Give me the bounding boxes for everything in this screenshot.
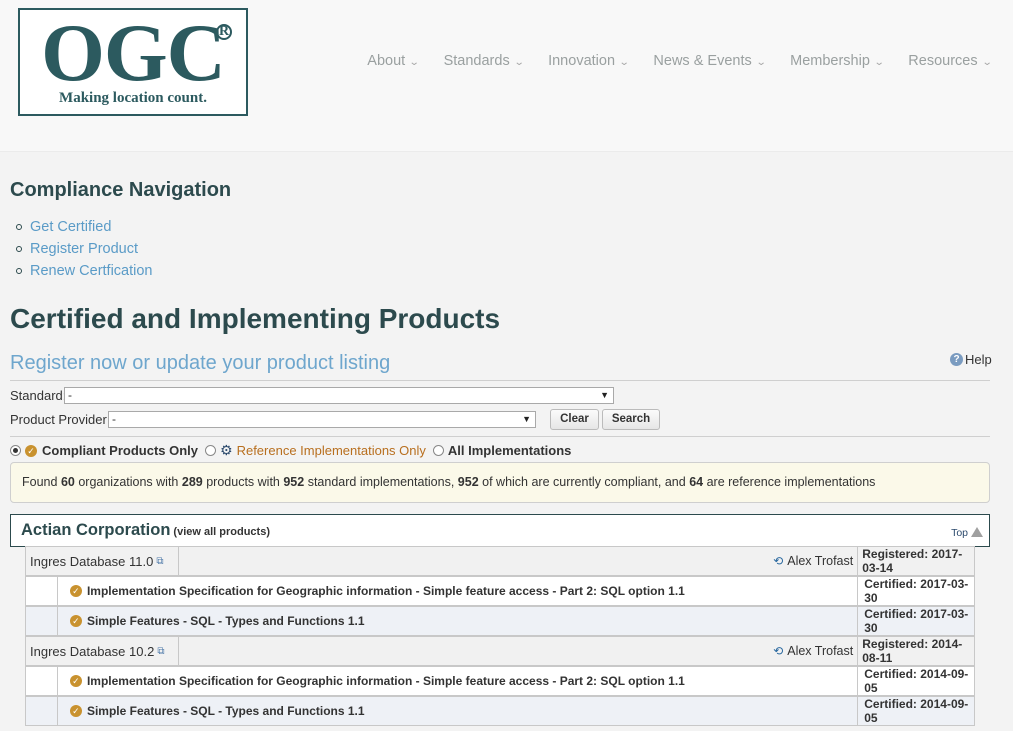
table-row: ✓ Implementation Specification for Geogra… bbox=[25, 576, 975, 606]
filter-all-label[interactable]: All Implementations bbox=[448, 443, 572, 458]
divider bbox=[10, 436, 990, 437]
chevron-down-icon: ⌄ bbox=[755, 57, 767, 68]
user-icon: ⟲ bbox=[773, 644, 784, 658]
nav-about[interactable]: About ⌄ bbox=[367, 53, 420, 69]
radio-reference[interactable] bbox=[205, 445, 217, 456]
certified-date-cell: Certified: 2017-03-30 bbox=[864, 577, 969, 605]
logo-text: OGC bbox=[41, 7, 226, 98]
standard-name-cell: ✓ Implementation Specification for Geogra… bbox=[58, 667, 859, 695]
standard-select[interactable]: - ▼ bbox=[64, 387, 614, 404]
external-link-icon[interactable]: ⧉ bbox=[157, 646, 164, 657]
nav-news-events[interactable]: News & Events ⌄ bbox=[653, 53, 767, 69]
bullet-icon bbox=[16, 224, 22, 230]
chevron-down-icon: ⌄ bbox=[513, 57, 525, 68]
certified-date-cell: Certified: 2014-09-05 bbox=[864, 697, 969, 725]
registered-mark-icon: R bbox=[216, 24, 232, 40]
user-icon: ⟲ bbox=[773, 554, 784, 568]
search-button[interactable]: Search bbox=[602, 409, 660, 430]
compliance-nav-title: Compliance Navigation bbox=[10, 179, 232, 201]
dropdown-arrow-icon: ▼ bbox=[600, 390, 609, 400]
nav-membership[interactable]: Membership ⌄ bbox=[790, 53, 885, 69]
main-nav: About ⌄ Standards ⌄ Innovation ⌄ News & Eve… bbox=[342, 53, 993, 69]
help-link[interactable]: ? Help bbox=[950, 352, 992, 367]
certified-date-cell: Certified: 2017-03-30 bbox=[864, 607, 969, 635]
bullet-icon bbox=[16, 268, 22, 274]
organization-header: Actian Corporation (view all products) To… bbox=[10, 514, 990, 547]
organization-name[interactable]: Actian Corporation (view all products) bbox=[21, 521, 270, 540]
product-user-cell: ⟲ Alex Trofast bbox=[179, 547, 859, 575]
site-header: OGC R Making location count. About ⌄ Stan… bbox=[0, 0, 1013, 152]
product-name-cell[interactable]: Ingres Database 11.0 ⧉ bbox=[26, 547, 179, 575]
ogc-logo[interactable]: OGC R Making location count. bbox=[18, 8, 248, 116]
nav-resources[interactable]: Resources ⌄ bbox=[908, 53, 993, 69]
table-row: ✓ Simple Features - SQL - Types and Funct… bbox=[25, 606, 975, 636]
certified-badge-icon: ✓ bbox=[69, 585, 82, 597]
standard-name-cell: ✓ Simple Features - SQL - Types and Funct… bbox=[58, 697, 859, 725]
help-icon: ? bbox=[950, 353, 963, 366]
certified-badge-icon: ✓ bbox=[25, 444, 37, 457]
radio-compliant[interactable] bbox=[10, 445, 21, 456]
up-arrow-icon bbox=[971, 527, 983, 537]
standard-name-cell: ✓ Simple Features - SQL - Types and Funct… bbox=[58, 607, 859, 635]
table-row: Ingres Database 10.2 ⧉ ⟲ Alex Trofast Regi… bbox=[25, 636, 975, 666]
results-summary: Found 60 organizations with 289 products… bbox=[10, 462, 990, 503]
link-register-product[interactable]: Register Product bbox=[16, 238, 153, 260]
logo-tagline: Making location count. bbox=[59, 90, 207, 106]
page-title: Certified and Implementing Products bbox=[10, 303, 501, 334]
filter-reference-label[interactable]: Reference Implementations Only bbox=[237, 443, 426, 458]
table-row: ✓ Simple Features - SQL - Types and Funct… bbox=[25, 696, 975, 726]
registered-date-cell: Registered: 2017-03-14 bbox=[862, 547, 963, 575]
provider-select[interactable]: - ▼ bbox=[108, 411, 536, 428]
clear-button[interactable]: Clear bbox=[550, 409, 599, 430]
standard-name-cell: ✓ Implementation Specification for Geogra… bbox=[58, 577, 859, 605]
nav-standards[interactable]: Standards ⌄ bbox=[444, 53, 525, 69]
divider bbox=[10, 380, 990, 381]
product-name-cell[interactable]: Ingres Database 10.2 ⧉ bbox=[26, 637, 179, 665]
table-row: Ingres Database 11.0 ⧉ ⟲ Alex Trofast Regi… bbox=[25, 546, 975, 576]
top-link[interactable]: Top bbox=[951, 527, 983, 539]
table-row: ✓ Implementation Specification for Geogra… bbox=[25, 666, 975, 696]
registered-date-cell: Registered: 2014-08-11 bbox=[862, 637, 963, 665]
certified-badge-icon: ✓ bbox=[69, 705, 82, 717]
chevron-down-icon: ⌄ bbox=[618, 57, 630, 68]
view-all-products-link[interactable]: (view all products) bbox=[173, 526, 270, 538]
filter-compliant-label[interactable]: Compliant Products Only bbox=[42, 443, 198, 458]
chevron-down-icon: ⌄ bbox=[873, 57, 885, 68]
reference-gears-icon: ⚙ bbox=[220, 442, 233, 458]
external-link-icon[interactable]: ⧉ bbox=[156, 556, 163, 567]
compliance-nav-list: Get Certified Register Product Renew Cer… bbox=[16, 216, 153, 282]
link-renew-certification[interactable]: Renew Certfication bbox=[16, 260, 153, 282]
certified-badge-icon: ✓ bbox=[69, 675, 82, 687]
nav-innovation[interactable]: Innovation ⌄ bbox=[548, 53, 630, 69]
standard-label: Standard: bbox=[10, 388, 67, 403]
certified-date-cell: Certified: 2014-09-05 bbox=[864, 667, 969, 695]
link-get-certified[interactable]: Get Certified bbox=[16, 216, 153, 238]
certified-badge-icon: ✓ bbox=[69, 615, 82, 627]
register-product-link[interactable]: Register now or update your product list… bbox=[10, 352, 390, 375]
bullet-icon bbox=[16, 246, 22, 252]
filter-radio-group: ✓ Compliant Products Only ⚙ Reference Im… bbox=[10, 442, 578, 459]
chevron-down-icon: ⌄ bbox=[408, 57, 420, 68]
product-user-cell: ⟲ Alex Trofast bbox=[179, 637, 859, 665]
provider-label: Product Provider: bbox=[10, 412, 111, 427]
dropdown-arrow-icon: ▼ bbox=[522, 414, 531, 424]
chevron-down-icon: ⌄ bbox=[981, 57, 993, 68]
radio-all[interactable] bbox=[432, 445, 444, 456]
